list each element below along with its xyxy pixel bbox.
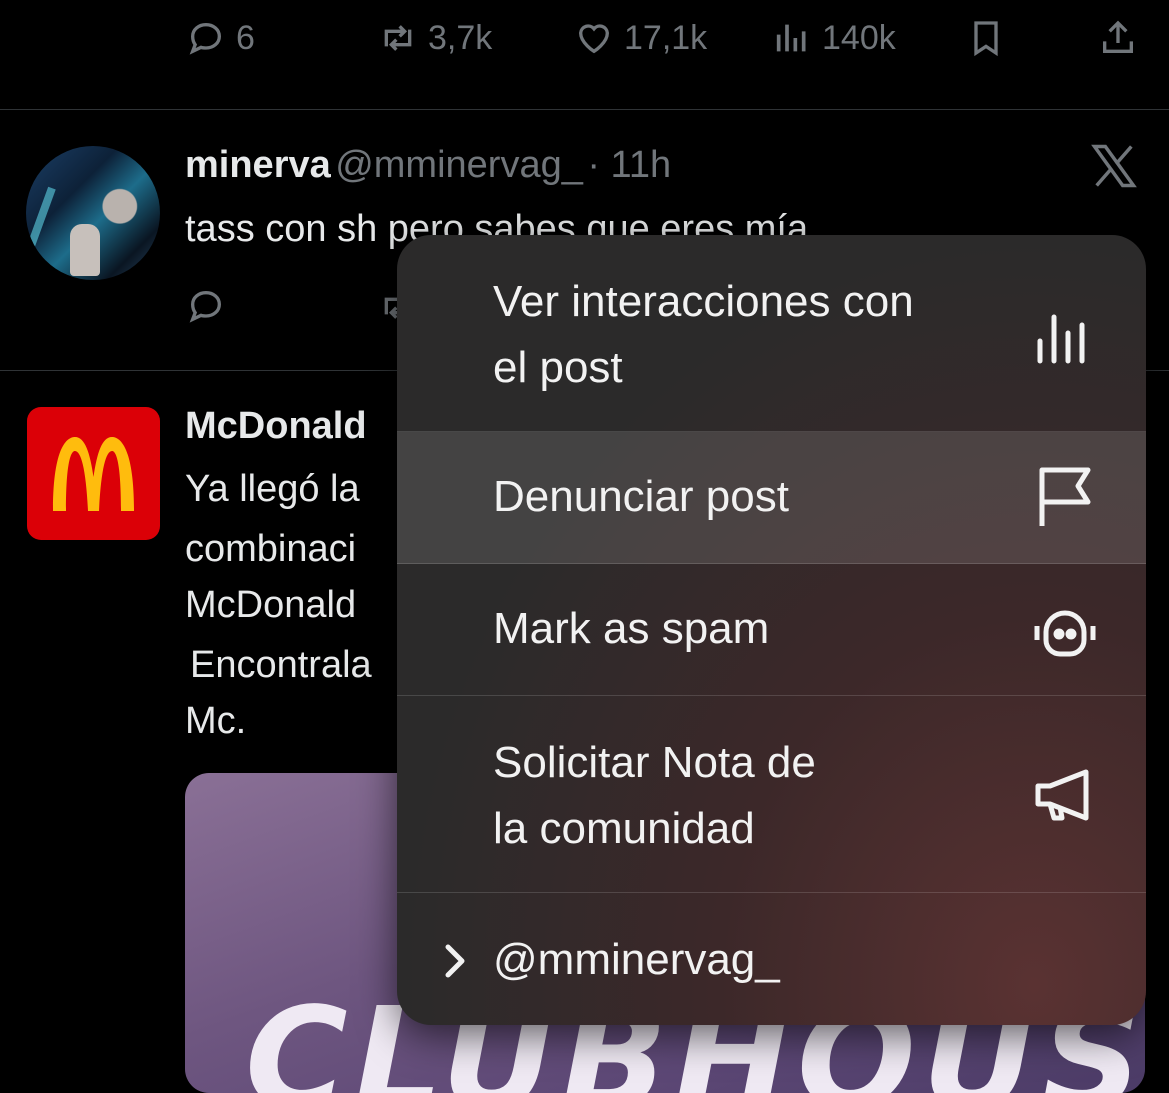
author-name[interactable]: McDonald [185, 405, 367, 448]
heart-icon [578, 24, 610, 54]
author-name[interactable]: minerva [185, 144, 331, 186]
robot-icon [1034, 610, 1096, 657]
bookmark-icon [974, 21, 998, 57]
reply-count: 6 [236, 18, 255, 57]
menu-item-label: la comunidad [493, 804, 755, 853]
views-count: 140k [822, 18, 896, 57]
menu-item-label: Ver interacciones con [493, 277, 914, 326]
x-logo-icon [1088, 140, 1140, 197]
author-handle[interactable]: @mminervag_ [335, 144, 583, 186]
tweet-text-line: Encontrala [190, 644, 372, 686]
tweet-text-line: Ya llegó la [185, 468, 360, 510]
repost-count: 3,7k [428, 18, 493, 57]
megaphone-icon [1035, 769, 1089, 821]
chevron-right-icon [445, 944, 465, 978]
reply-button[interactable] [186, 286, 226, 331]
reply-icon [189, 290, 222, 323]
tweet-time: · 11h [587, 144, 672, 186]
menu-item-request-community-note[interactable]: Solicitar Nota de la comunidad [397, 696, 1146, 893]
share-icon [1103, 20, 1133, 53]
share-button[interactable] [1098, 18, 1148, 58]
context-menu: Ver interacciones con el post Denunciar … [397, 235, 1146, 1025]
views-action[interactable]: 140k [772, 18, 896, 58]
avatar[interactable] [26, 146, 160, 280]
menu-item-mark-spam[interactable]: Mark as spam [397, 564, 1146, 696]
views-icon [776, 24, 806, 52]
repost-icon [384, 25, 412, 51]
tweet-text-line: McDonald [185, 584, 357, 626]
flag-icon [1039, 467, 1091, 526]
tweet-text-line: combinaci [185, 528, 357, 570]
repost-action[interactable]: 3,7k [378, 18, 492, 58]
reply-icon [189, 22, 222, 55]
like-count: 17,1k [624, 18, 708, 57]
reply-action[interactable]: 6 [186, 18, 255, 58]
divider [0, 109, 1169, 110]
menu-item-label: @mminervag_ [493, 935, 780, 984]
tweet-text-line: Mc. [185, 700, 247, 742]
menu-item-label: el post [493, 343, 623, 392]
menu-item-label: Denunciar post [493, 472, 789, 521]
tweet-header: minerva @mminervag_ · 11h [185, 144, 671, 187]
menu-item-view-interactions[interactable]: Ver interacciones con el post [397, 235, 1146, 432]
menu-item-user[interactable]: @mminervag_ [397, 893, 1146, 1025]
bar-chart-icon [1037, 314, 1085, 364]
mcdonalds-avatar[interactable] [27, 407, 160, 540]
menu-item-report-post[interactable]: Denunciar post [397, 432, 1146, 564]
menu-item-label: Mark as spam [493, 604, 770, 653]
menu-item-label: Solicitar Nota de [493, 738, 816, 787]
bookmark-button[interactable] [966, 18, 1016, 58]
like-action[interactable]: 17,1k [574, 18, 707, 58]
golden-arches-icon [53, 437, 134, 511]
